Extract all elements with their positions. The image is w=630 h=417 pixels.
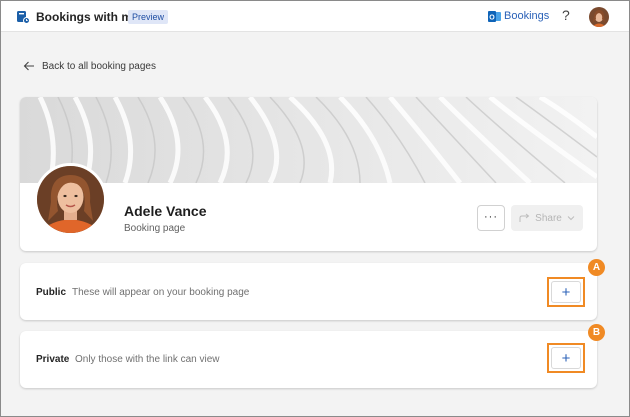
public-section-card: Public These will appear on your booking… <box>20 263 597 320</box>
profile-name: Adele Vance <box>124 203 207 219</box>
section-title-private: Private <box>36 354 70 365</box>
private-section-card: Private Only those with the link can vie… <box>20 331 597 388</box>
app-window: Bookings with me Preview O Bookings ? Ba… <box>0 0 630 417</box>
cover-banner <box>20 97 597 183</box>
profile-avatar <box>34 163 107 236</box>
share-button-label: Share <box>535 212 562 224</box>
svg-text:O: O <box>489 15 495 22</box>
bookings-link[interactable]: Bookings <box>504 10 549 22</box>
arrow-left-icon <box>23 61 34 71</box>
back-link[interactable]: Back to all booking pages <box>23 59 156 73</box>
section-description-private: Only those with the link can view <box>75 354 220 365</box>
outlook-icon[interactable]: O <box>488 10 501 23</box>
chevron-down-icon <box>567 216 575 221</box>
section-description-public: These will appear on your booking page <box>72 287 250 298</box>
share-icon <box>519 213 530 222</box>
profile-subtitle: Booking page <box>124 223 186 234</box>
help-icon[interactable]: ? <box>562 7 570 23</box>
share-button[interactable]: Share <box>511 205 583 231</box>
user-avatar[interactable] <box>589 7 609 27</box>
plus-icon: + <box>551 347 581 369</box>
app-title: Bookings with me <box>36 10 139 24</box>
more-options-button[interactable]: ··· <box>477 205 505 231</box>
preview-badge: Preview <box>128 10 169 24</box>
back-link-label: Back to all booking pages <box>42 60 156 72</box>
add-private-button[interactable]: + <box>547 343 585 373</box>
bookings-app-icon[interactable] <box>16 10 30 24</box>
top-bar: Bookings with me Preview O Bookings ? <box>1 1 629 32</box>
add-public-button[interactable]: + <box>547 277 585 307</box>
callout-a: A <box>588 259 605 276</box>
plus-icon: + <box>551 281 581 303</box>
callout-b: B <box>588 324 605 341</box>
section-title-public: Public <box>36 287 67 298</box>
